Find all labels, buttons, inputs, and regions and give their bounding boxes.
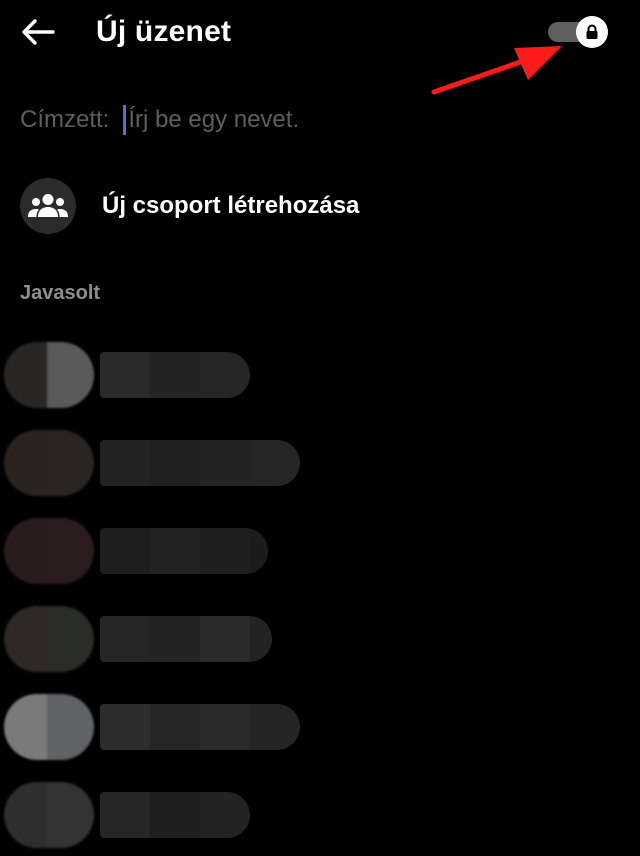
lock-icon — [586, 24, 598, 39]
recipient-label: Címzett: — [20, 106, 110, 133]
group-avatar — [20, 178, 76, 234]
contact-row[interactable] — [0, 506, 640, 594]
page-title: Új üzenet — [96, 15, 232, 48]
contact-row[interactable] — [0, 330, 640, 418]
recipient-input-wrap[interactable] — [123, 100, 509, 140]
suggested-contacts-list — [0, 330, 640, 856]
app-header: Új üzenet — [0, 0, 640, 95]
contact-avatar — [4, 430, 94, 496]
contact-avatar — [4, 694, 94, 760]
contact-row[interactable] — [0, 594, 640, 682]
contact-name-redacted — [100, 616, 272, 662]
back-button[interactable] — [18, 12, 58, 52]
contact-name-redacted — [100, 792, 250, 838]
recipient-row: Címzett: — [20, 100, 620, 140]
contact-avatar — [4, 782, 94, 848]
contact-row[interactable] — [0, 682, 640, 770]
suggested-heading: Javasolt — [20, 282, 101, 304]
contact-avatar — [4, 342, 94, 408]
new-group-label: Új csoport létrehozása — [102, 192, 360, 219]
recipient-search-input[interactable] — [128, 106, 509, 134]
contact-name-redacted — [100, 352, 250, 398]
arrow-left-icon — [22, 19, 55, 45]
toggle-knob — [576, 16, 608, 48]
contact-row[interactable] — [0, 770, 640, 856]
contact-avatar — [4, 606, 94, 672]
contact-name-redacted — [100, 528, 268, 574]
annotation-arrow-icon — [431, 46, 562, 95]
contact-name-redacted — [100, 440, 300, 486]
text-caret — [123, 105, 127, 135]
contact-row[interactable] — [0, 418, 640, 506]
group-icon — [28, 194, 68, 217]
contact-name-redacted — [100, 704, 300, 750]
new-group-button[interactable]: Új csoport létrehozása — [20, 176, 620, 236]
contact-avatar — [4, 518, 94, 584]
